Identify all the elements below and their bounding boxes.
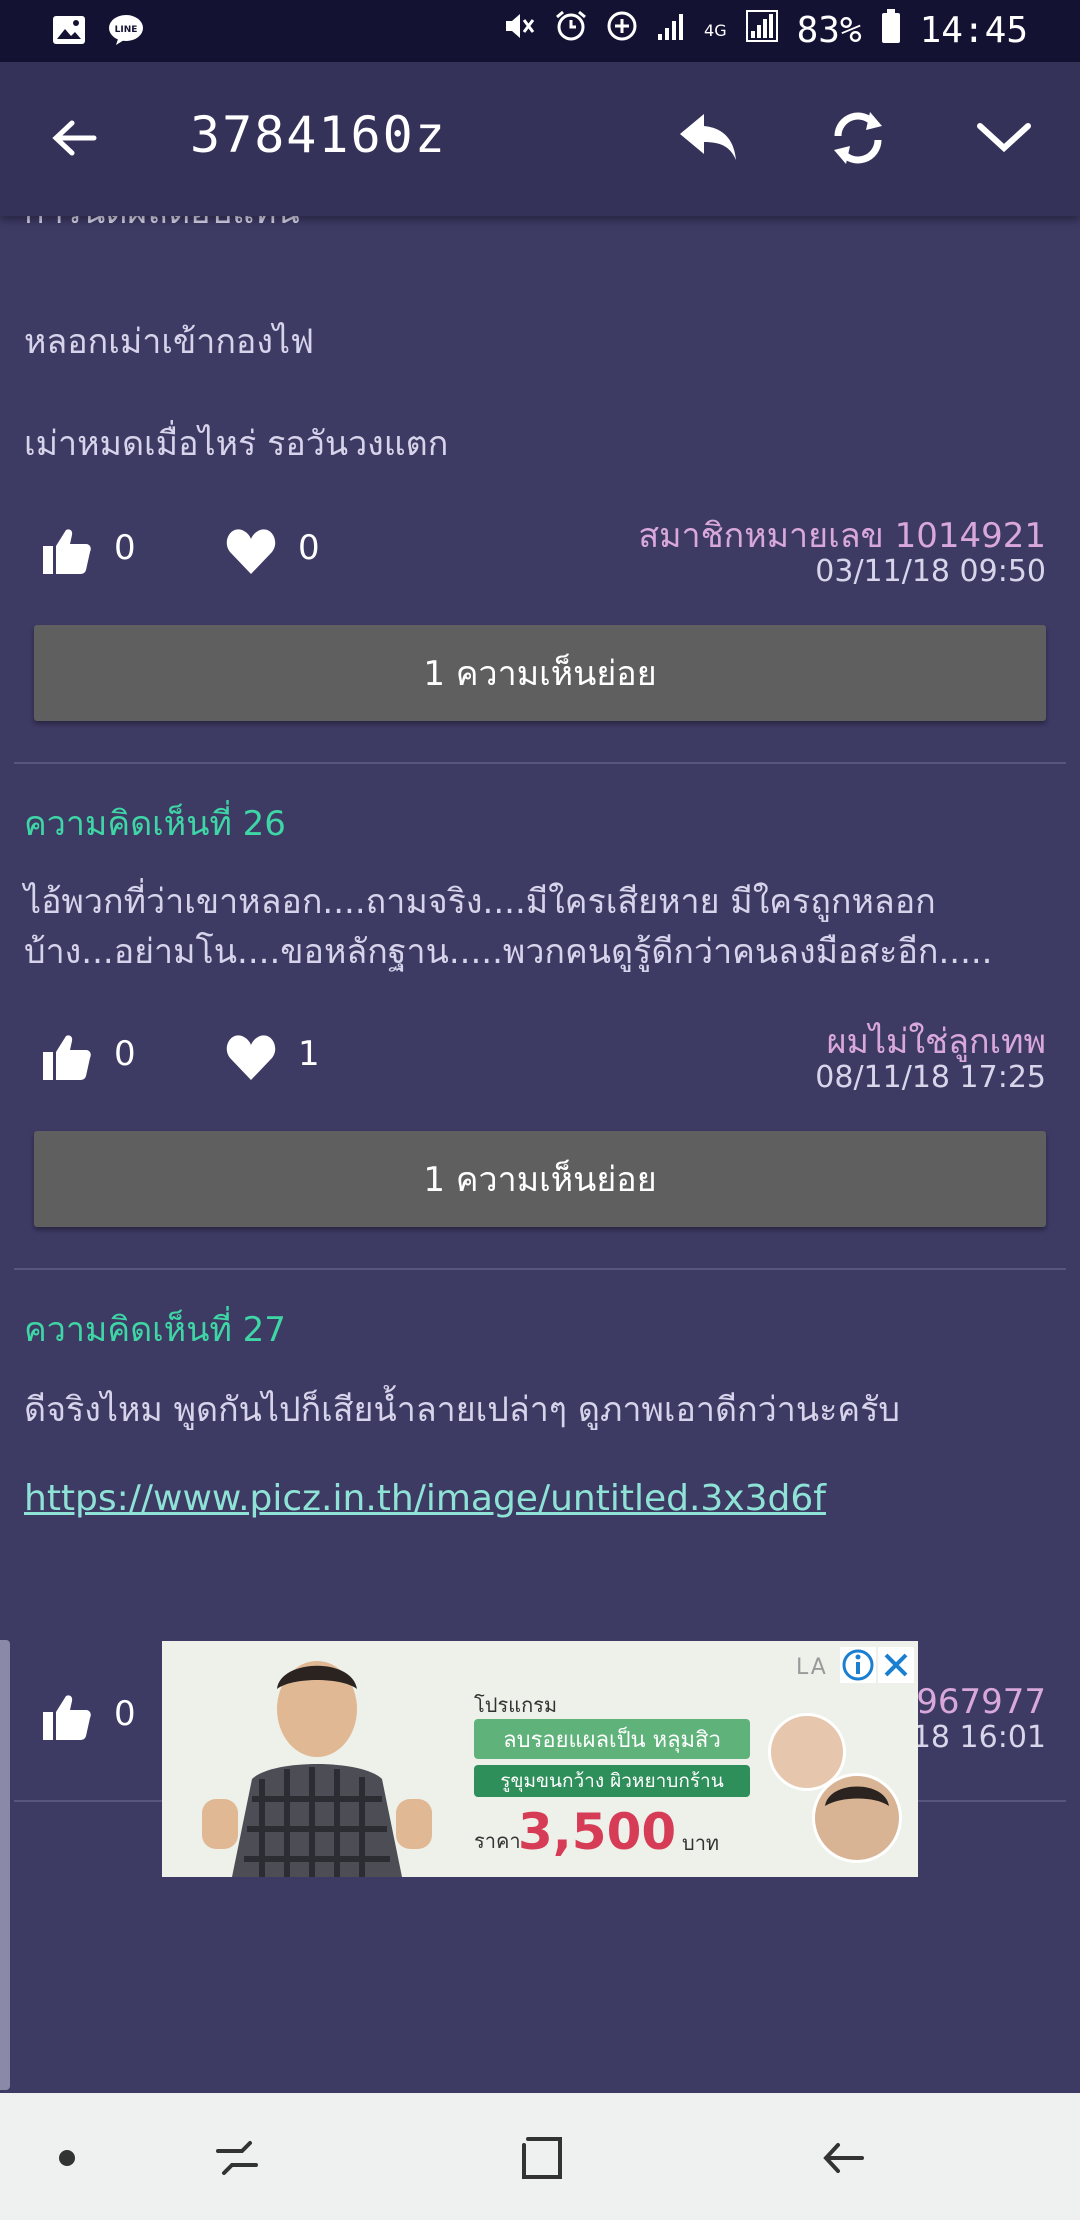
reply-icon[interactable] — [672, 102, 744, 174]
divider — [14, 762, 1066, 764]
info-icon[interactable] — [840, 1647, 876, 1683]
network-type: 4G — [704, 20, 727, 40]
back-icon[interactable] — [808, 2123, 878, 2193]
comment-body-line: บ้าง...อย่ามโน....ขอหลักฐาน.....พวกคนดูร… — [24, 932, 993, 972]
heart-count: 0 — [298, 528, 320, 568]
heart-icon[interactable] — [224, 1030, 278, 1084]
ad-currency: บาท — [682, 1831, 720, 1855]
navigation-bar — [0, 2093, 1080, 2220]
ad-face-image — [812, 1773, 902, 1863]
comment-header: ความคิดเห็นที่ 26 — [24, 804, 286, 844]
thumbs-up-icon[interactable] — [40, 1030, 94, 1084]
dot-icon[interactable] — [32, 2123, 102, 2193]
comment-meta: 0 1 ผมไม่ใช่ลูกเทพ 08/11/18 17:25 — [0, 1012, 1080, 1102]
comment-body-line: เม่าหมดเมื่อไหร่ รอวันวงแตก — [24, 424, 449, 464]
signal-icon — [745, 9, 779, 52]
comment-body-line: ไอ้พวกที่ว่าเขาหลอก....ถามจริง....มีใครเ… — [24, 882, 936, 922]
comment-date: 03/11/18 09:50 — [815, 554, 1046, 589]
comment-meta: 0 0 สมาชิกหมายเลข 1014921 03/11/18 09:50 — [0, 506, 1080, 596]
refresh-icon[interactable] — [822, 102, 894, 174]
data-saver-icon — [606, 10, 638, 51]
scroll-handle[interactable] — [0, 1640, 10, 2090]
chevron-down-icon[interactable] — [968, 102, 1040, 174]
line-icon: LINE — [108, 14, 144, 50]
gallery-icon — [52, 15, 86, 49]
like-count: 0 — [114, 528, 136, 568]
comment-link[interactable]: https://www.picz.in.th/image/untitled.3x… — [24, 1478, 826, 1519]
svg-text:LINE: LINE — [115, 25, 138, 35]
clock: 14:45 — [919, 10, 1028, 51]
ad-banner[interactable]: LA โปรแกรม ลบรอยแผลเป็น หลุมสิว รูขุมขนก… — [162, 1641, 918, 1877]
ad-subheadline: รูขุมขนกว้าง ผิวหยาบกร้าน — [474, 1765, 750, 1797]
divider — [14, 1268, 1066, 1270]
heart-icon[interactable] — [224, 524, 278, 578]
ad-price: 3,500 — [518, 1803, 677, 1861]
thumbs-up-icon[interactable] — [40, 524, 94, 578]
sub-comments-button[interactable]: 1 ความเห็นย่อย — [34, 1131, 1046, 1227]
ad-brand: LA — [796, 1655, 828, 1680]
recent-apps-icon[interactable] — [202, 2123, 272, 2193]
status-bar: LINE 4G 83% 14:45 — [0, 0, 1080, 62]
back-arrow-icon[interactable] — [38, 102, 110, 174]
sub-comments-button[interactable]: 1 ความเห็นย่อย — [34, 625, 1046, 721]
battery-icon — [880, 8, 902, 53]
alarm-icon — [554, 9, 588, 52]
mute-icon — [502, 9, 536, 52]
home-icon[interactable] — [506, 2123, 576, 2193]
comment-body-line: ดีจริงไหม พูดกันไปก็เสียน้ำลายเปล่าๆ ดูภ… — [24, 1390, 900, 1430]
heart-count: 1 — [298, 1034, 320, 1074]
signal-icon — [656, 10, 686, 51]
ad-program: โปรแกรม — [474, 1693, 558, 1717]
comment-header: ความคิดเห็นที่ 27 — [24, 1310, 286, 1350]
topic-title: 3784160z — [190, 106, 447, 164]
ad-price-label: ราคา — [474, 1829, 521, 1853]
ad-headline: ลบรอยแผลเป็น หลุมสิว — [474, 1719, 750, 1759]
comment-body-line: การันตีผลตอบแทน — [24, 216, 300, 238]
comment-date: 08/11/18 17:25 — [815, 1060, 1046, 1095]
ad-person-image — [192, 1649, 442, 1877]
thumbs-up-icon[interactable] — [40, 1690, 94, 1744]
battery-percent: 83% — [796, 10, 862, 51]
app-bar: 3784160z — [0, 62, 1080, 216]
like-count: 0 — [114, 1034, 136, 1074]
like-count: 0 — [114, 1694, 136, 1734]
comment-body-line: หลอกเม่าเข้ากองไฟ — [24, 322, 315, 362]
close-icon[interactable] — [878, 1647, 914, 1683]
